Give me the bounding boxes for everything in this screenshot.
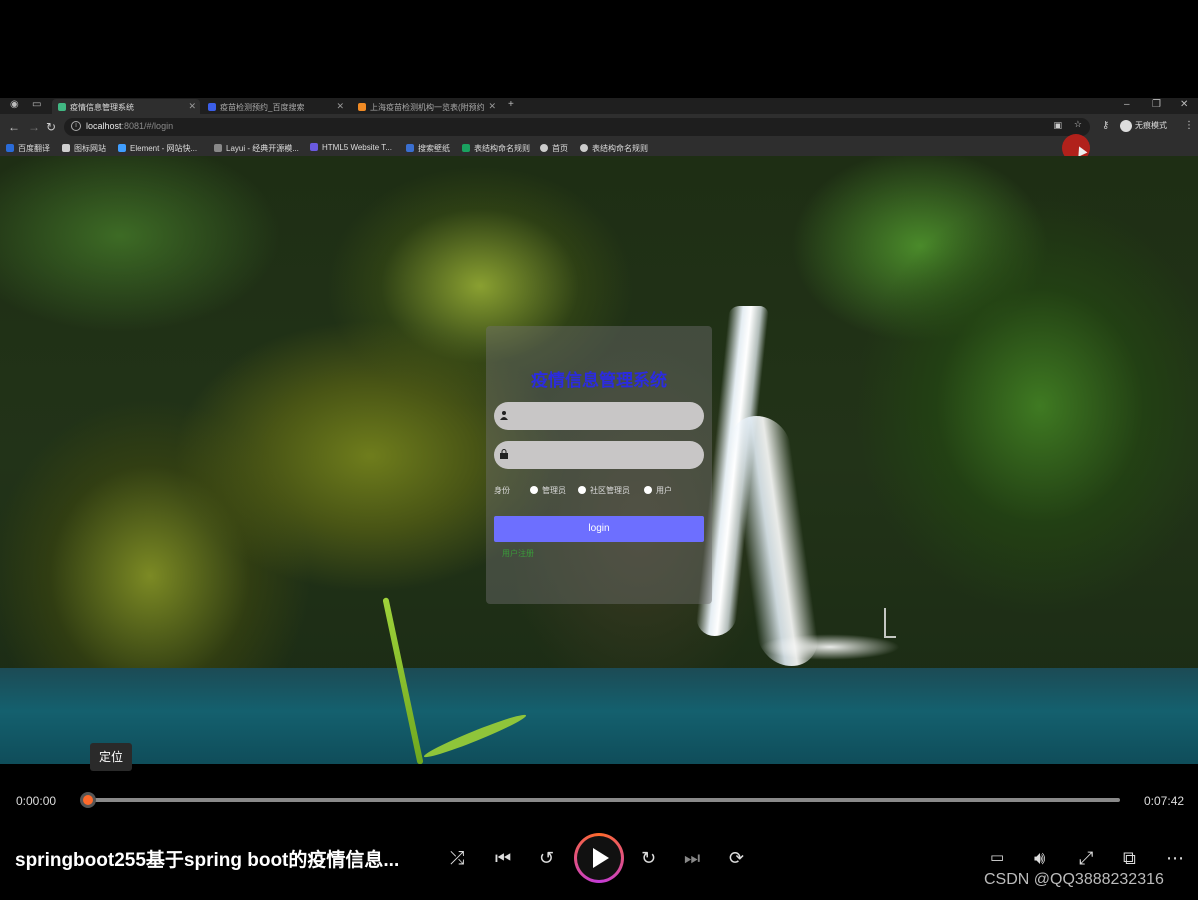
translate-icon[interactable]: ▣ — [1053, 120, 1062, 131]
user-icon — [500, 411, 508, 420]
sheet-icon — [462, 144, 470, 152]
volume-icon[interactable]: 🔊︎ — [1034, 848, 1045, 869]
screen: ◉ ▭ 疫情信息管理系统 ✕ 疫苗检测预约_百度搜索 ✕ 上海疫苗检测机构一览表… — [0, 0, 1198, 900]
tab-label: 上海疫苗检测机构一览表(附预约 — [370, 103, 485, 112]
fullscreen-icon[interactable]: ⤢ — [1079, 848, 1093, 869]
reload-icon[interactable]: ↻ — [46, 120, 56, 134]
role-option-label: 社区管理员 — [590, 486, 630, 495]
water-pool — [0, 668, 1198, 764]
incognito-label: 无痕模式 — [1135, 121, 1167, 131]
bookmark-item[interactable]: HTML5 Website T... — [310, 143, 392, 152]
password-input[interactable] — [514, 445, 694, 465]
url-field[interactable]: i localhost:8081/#/login ▣ ☆ — [64, 118, 1090, 136]
minimize-icon[interactable]: – — [1124, 99, 1130, 110]
back-icon[interactable]: ← — [8, 120, 20, 134]
role-option-label: 用户 — [656, 486, 672, 495]
close-icon[interactable]: ✕ — [188, 101, 196, 112]
incognito-badge[interactable]: 无痕模式 — [1120, 120, 1167, 132]
current-time: 0:00:00 — [16, 794, 57, 808]
login-panel: 疫情信息管理系统 身份 管理员 社区管理员 用户 login 用户注册 — [486, 326, 712, 604]
bookmarks-bar: 百度翻译 图标网站 Element - 网站快... Layui - 经典开源模… — [0, 140, 1198, 156]
subtitles-icon[interactable]: ▭ — [990, 848, 1004, 866]
more-options-icon[interactable]: ⋯ — [1166, 848, 1184, 869]
tab-label: 疫苗检测预约_百度搜索 — [220, 103, 305, 112]
username-field[interactable] — [494, 402, 704, 430]
tab-active[interactable]: 疫情信息管理系统 ✕ — [52, 99, 200, 114]
new-tab-button[interactable]: + — [508, 99, 514, 110]
browser-menu-icon[interactable]: ◉ — [10, 99, 19, 110]
forward-icon[interactable]: → — [28, 120, 40, 134]
role-label: 身份 — [494, 486, 510, 495]
role-selector: 身份 管理员 社区管理员 用户 — [494, 484, 708, 496]
background-photo: 疫情信息管理系统 身份 管理员 社区管理员 用户 login 用户注册 — [0, 156, 1198, 764]
video-title: springboot255基于spring boot的疫情信息... — [15, 850, 400, 871]
previous-icon[interactable]: ⏮ — [495, 848, 511, 869]
folder-icon — [62, 144, 70, 152]
url-host: localhost — [86, 121, 122, 131]
html5-icon — [310, 143, 318, 151]
star-icon[interactable]: ☆ — [1074, 119, 1082, 130]
restore-icon[interactable]: ❐ — [1152, 99, 1161, 110]
role-radio-community-admin[interactable] — [578, 486, 586, 494]
role-option-label: 管理员 — [542, 486, 566, 495]
translate-icon — [6, 144, 14, 152]
bookmark-item[interactable]: Layui - 经典开源模... — [214, 143, 299, 154]
mini-player-icon[interactable]: ⧉ — [1123, 848, 1136, 869]
total-time: 0:07:42 — [1144, 794, 1185, 808]
close-icon[interactable]: ✕ — [336, 101, 344, 112]
login-button[interactable]: login — [494, 516, 704, 542]
browser-tab-bar: ◉ ▭ 疫情信息管理系统 ✕ 疫苗检测预约_百度搜索 ✕ 上海疫苗检测机构一览表… — [0, 98, 1198, 114]
bookmark-item[interactable]: 图标网站 — [62, 143, 106, 154]
element-icon — [118, 144, 126, 152]
bookmark-item[interactable]: Element - 网站快... — [118, 143, 197, 154]
play-button[interactable] — [574, 833, 624, 883]
play-icon — [593, 848, 609, 868]
repeat-off-icon[interactable]: ⟳ — [729, 848, 744, 869]
bookmark-item[interactable]: 首页 — [540, 143, 568, 154]
tab-baidu[interactable]: 疫苗检测预约_百度搜索 ✕ — [202, 99, 348, 114]
lock-icon — [500, 449, 508, 459]
register-link[interactable]: 用户注册 — [502, 548, 534, 559]
key-icon[interactable]: ⚷ — [1102, 120, 1109, 131]
watermark: CSDN @QQ3888232316 — [984, 871, 1164, 888]
role-radio-admin[interactable] — [530, 486, 538, 494]
more-menu-icon[interactable]: ⋮ — [1184, 120, 1194, 131]
bookmark-item[interactable]: 表结构命名规则 — [462, 143, 530, 154]
close-window-icon[interactable]: ✕ — [1180, 99, 1188, 110]
forward-30-icon[interactable]: ↻ — [641, 848, 656, 869]
tab-overview-icon[interactable]: ▭ — [32, 99, 41, 110]
shuffle-icon[interactable]: ⤮ — [450, 848, 464, 869]
tab-shanghai[interactable]: 上海疫苗检测机构一览表(附预约 ✕ — [352, 99, 500, 114]
bookmark-item[interactable]: 表结构命名规则 — [580, 143, 648, 154]
cursor-marker-icon — [884, 608, 896, 638]
seek-handle[interactable] — [80, 792, 96, 808]
next-icon[interactable]: ⏭ — [684, 848, 700, 869]
site-icon — [358, 103, 366, 111]
password-field[interactable] — [494, 441, 704, 469]
vue-icon — [58, 103, 66, 111]
bookmark-item[interactable]: 百度翻译 — [6, 143, 50, 154]
info-icon[interactable]: i — [71, 121, 81, 131]
address-bar-row: ← → ↻ i localhost:8081/#/login ▣ ☆ ⚷ 无痕模… — [0, 114, 1198, 140]
incognito-icon — [1120, 120, 1132, 132]
globe-icon — [580, 144, 588, 152]
wallpaper-icon — [406, 144, 414, 152]
layui-icon — [214, 144, 222, 152]
rewind-10-icon[interactable]: ↺ — [539, 848, 554, 869]
globe-icon — [540, 144, 548, 152]
close-icon[interactable]: ✕ — [488, 101, 496, 112]
tab-label: 疫情信息管理系统 — [70, 103, 134, 112]
baidu-icon — [208, 103, 216, 111]
role-radio-user[interactable] — [644, 486, 652, 494]
seek-bar[interactable] — [88, 798, 1120, 802]
url-path: :8081/#/login — [121, 121, 174, 131]
tooltip: 定位 — [90, 743, 132, 771]
username-input[interactable] — [514, 406, 694, 426]
waterfall-foam — [760, 634, 900, 660]
login-title: 疫情信息管理系统 — [531, 371, 667, 390]
bookmark-item[interactable]: 搜索壁纸 — [406, 143, 450, 154]
